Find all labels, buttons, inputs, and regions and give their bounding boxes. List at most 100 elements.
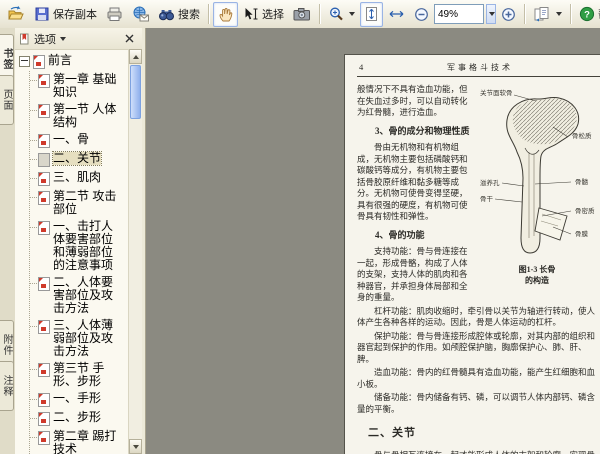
- pdf-bookmark-icon: [38, 74, 50, 88]
- select-tool-icon: [245, 8, 258, 20]
- print-button[interactable]: [102, 2, 127, 27]
- figure-label-marrow: 骨髓: [575, 179, 588, 186]
- open-file-button[interactable]: [3, 2, 29, 27]
- bookmark-item[interactable]: 二、步形: [30, 409, 129, 428]
- pdf-bookmark-icon: [38, 431, 50, 445]
- svg-text:?: ?: [584, 10, 590, 21]
- pdf-page: 4 军事格斗技术 关节面软骨 骨松质 滋养孔 骨干 骨髓 骨密质 骨膜 图1-3…: [344, 54, 600, 454]
- pdf-bookmark-icon: [38, 320, 50, 334]
- bookmark-item[interactable]: 第二章 踢打技术: [30, 428, 129, 454]
- bookmark-item[interactable]: 二、人体要害部位及攻击方法: [30, 274, 129, 317]
- save-copy-label: 保存副本: [53, 9, 97, 21]
- pdf-bookmark-icon: [38, 172, 50, 186]
- toolbar-separator: [570, 4, 571, 24]
- pdf-bookmark-icon: [38, 191, 50, 205]
- paragraph: 杠杆功能：肌肉收缩时，牵引骨以关节为轴进行转动，使人体产生各种各样的运动。因此，…: [357, 305, 596, 328]
- print-icon: [107, 7, 122, 21]
- select-label: 选择: [262, 9, 284, 21]
- toolbar-separator: [208, 4, 209, 24]
- zoom-out-icon: [415, 7, 428, 21]
- toolbar-separator: [319, 4, 320, 24]
- fit-page-button[interactable]: [360, 1, 383, 27]
- bookmark-item-selected[interactable]: 二、关节: [30, 150, 129, 169]
- figure-label-diaphysis: 骨干: [480, 196, 493, 203]
- dropdown-arrow-icon: [349, 12, 355, 16]
- arrow-down-icon: [132, 444, 139, 449]
- zoom-level-dropdown[interactable]: [486, 4, 496, 24]
- email-button[interactable]: [128, 2, 153, 27]
- binoculars-icon: [159, 10, 174, 21]
- help-icon: ?: [579, 6, 595, 22]
- fit-width-icon: [389, 10, 404, 18]
- bookmark-item[interactable]: 第三节 手形、步形: [30, 360, 129, 390]
- search-button[interactable]: 搜索: [154, 2, 204, 27]
- pdf-bookmark-icon: [38, 221, 50, 235]
- figure-label-compact-bone: 骨密质: [575, 208, 595, 215]
- sidebar-scrollbar[interactable]: [128, 49, 142, 454]
- open-folder-icon: [8, 6, 24, 20]
- tab-comments[interactable]: 注释: [0, 361, 14, 411]
- fit-width-button[interactable]: [384, 2, 409, 27]
- pdf-bookmark-icon: [38, 393, 50, 407]
- bookmark-icon: [20, 33, 29, 44]
- figure-label-articular-cartilage: 关节面软骨: [480, 90, 513, 97]
- close-panel-button[interactable]: [121, 30, 138, 47]
- zoom-out-button[interactable]: [410, 2, 433, 27]
- pdf-bookmark-icon: [38, 153, 50, 167]
- bookmarks-panel-header: 选项: [15, 28, 142, 50]
- hand-tool-icon: [219, 7, 233, 21]
- dropdown-arrow-icon: [489, 12, 495, 16]
- figure-caption: 图1-3 长骨 的构造: [518, 265, 556, 285]
- page-layout-button[interactable]: [529, 2, 566, 27]
- paragraph: 保护功能：骨与骨连接形成腔体或轮廓，对其内部的组织和器官起到保护的作用。如颅腔保…: [357, 330, 596, 364]
- tab-pages[interactable]: 页面: [0, 75, 14, 125]
- save-copy-button[interactable]: 保存副本: [30, 2, 101, 27]
- section-heading-joints: 二、关节: [368, 427, 416, 439]
- pdf-bookmark-icon: [38, 104, 50, 118]
- running-title: 军事格斗技术: [447, 63, 513, 72]
- bookmark-item[interactable]: 第二节 攻击部位: [30, 188, 129, 218]
- zoom-in-icon: [502, 7, 515, 21]
- bookmark-item[interactable]: 一、手形: [30, 390, 129, 409]
- select-tool-button[interactable]: 选择: [239, 2, 288, 27]
- camera-icon: [293, 8, 310, 21]
- zoom-in-button[interactable]: [497, 2, 520, 27]
- document-pane[interactable]: 4 军事格斗技术 关节面软骨 骨松质 滋养孔 骨干 骨髓 骨密质 骨膜 图1-3…: [146, 28, 600, 454]
- bookmark-tree: 前言 第一章 基础知识 第一节 人体结构 一、骨 二、关节 三、肌肉 第二节 攻…: [15, 49, 129, 454]
- zoom-tool-button[interactable]: [324, 2, 359, 27]
- bookmark-item[interactable]: 第一节 人体结构: [30, 101, 129, 131]
- bookmark-item[interactable]: 三、肌肉: [30, 169, 129, 188]
- navigation-tab-strip: 书签 页面 附件 注释: [0, 28, 16, 454]
- scroll-up-button[interactable]: [129, 49, 142, 64]
- page-content: 4 军事格斗技术 关节面软骨 骨松质 滋养孔 骨干 骨髓 骨密质 骨膜 图1-3…: [357, 62, 600, 454]
- bookmark-item[interactable]: 一、骨: [30, 131, 129, 150]
- pdf-bookmark-icon: [38, 412, 50, 426]
- arrow-up-icon: [132, 54, 139, 59]
- bookmark-item[interactable]: 第一章 基础知识: [30, 71, 129, 101]
- snapshot-button[interactable]: [289, 2, 315, 27]
- paragraph: 造血功能：骨内的红骨髓具有造血功能，能产生红细胞和血小板。: [357, 367, 596, 389]
- toolbar: 保存副本 搜索 选择 49% ?: [0, 0, 600, 29]
- dropdown-arrow-icon: [60, 36, 66, 41]
- scroll-down-button[interactable]: [129, 439, 142, 454]
- options-button[interactable]: 选项: [34, 31, 66, 47]
- bookmark-item[interactable]: 三、人体薄弱部位及攻击方法: [30, 317, 129, 360]
- dropdown-arrow-icon: [556, 12, 562, 16]
- zoom-level-input[interactable]: [434, 4, 484, 24]
- hand-tool-button[interactable]: [213, 1, 238, 27]
- zoom-tool-icon: [330, 7, 343, 21]
- toolbar-separator: [524, 4, 525, 24]
- bookmark-item[interactable]: 前言: [19, 52, 129, 71]
- search-label: 搜索: [178, 9, 200, 21]
- pdf-bookmark-icon: [38, 363, 50, 377]
- header-rule: [357, 76, 600, 77]
- pdf-bookmark-icon: [38, 277, 50, 291]
- pdf-bookmark-icon: [38, 134, 50, 148]
- options-label: 选项: [34, 33, 56, 46]
- help-button[interactable]: ? 帮助: [575, 2, 600, 27]
- email-icon: [133, 6, 149, 22]
- scrollbar-thumb[interactable]: [130, 65, 141, 119]
- collapse-toggle-icon[interactable]: [19, 56, 30, 67]
- bookmark-item[interactable]: 一、击打人体要害部位和薄弱部位的注意事项: [30, 218, 129, 274]
- pdf-bookmark-icon: [33, 55, 45, 69]
